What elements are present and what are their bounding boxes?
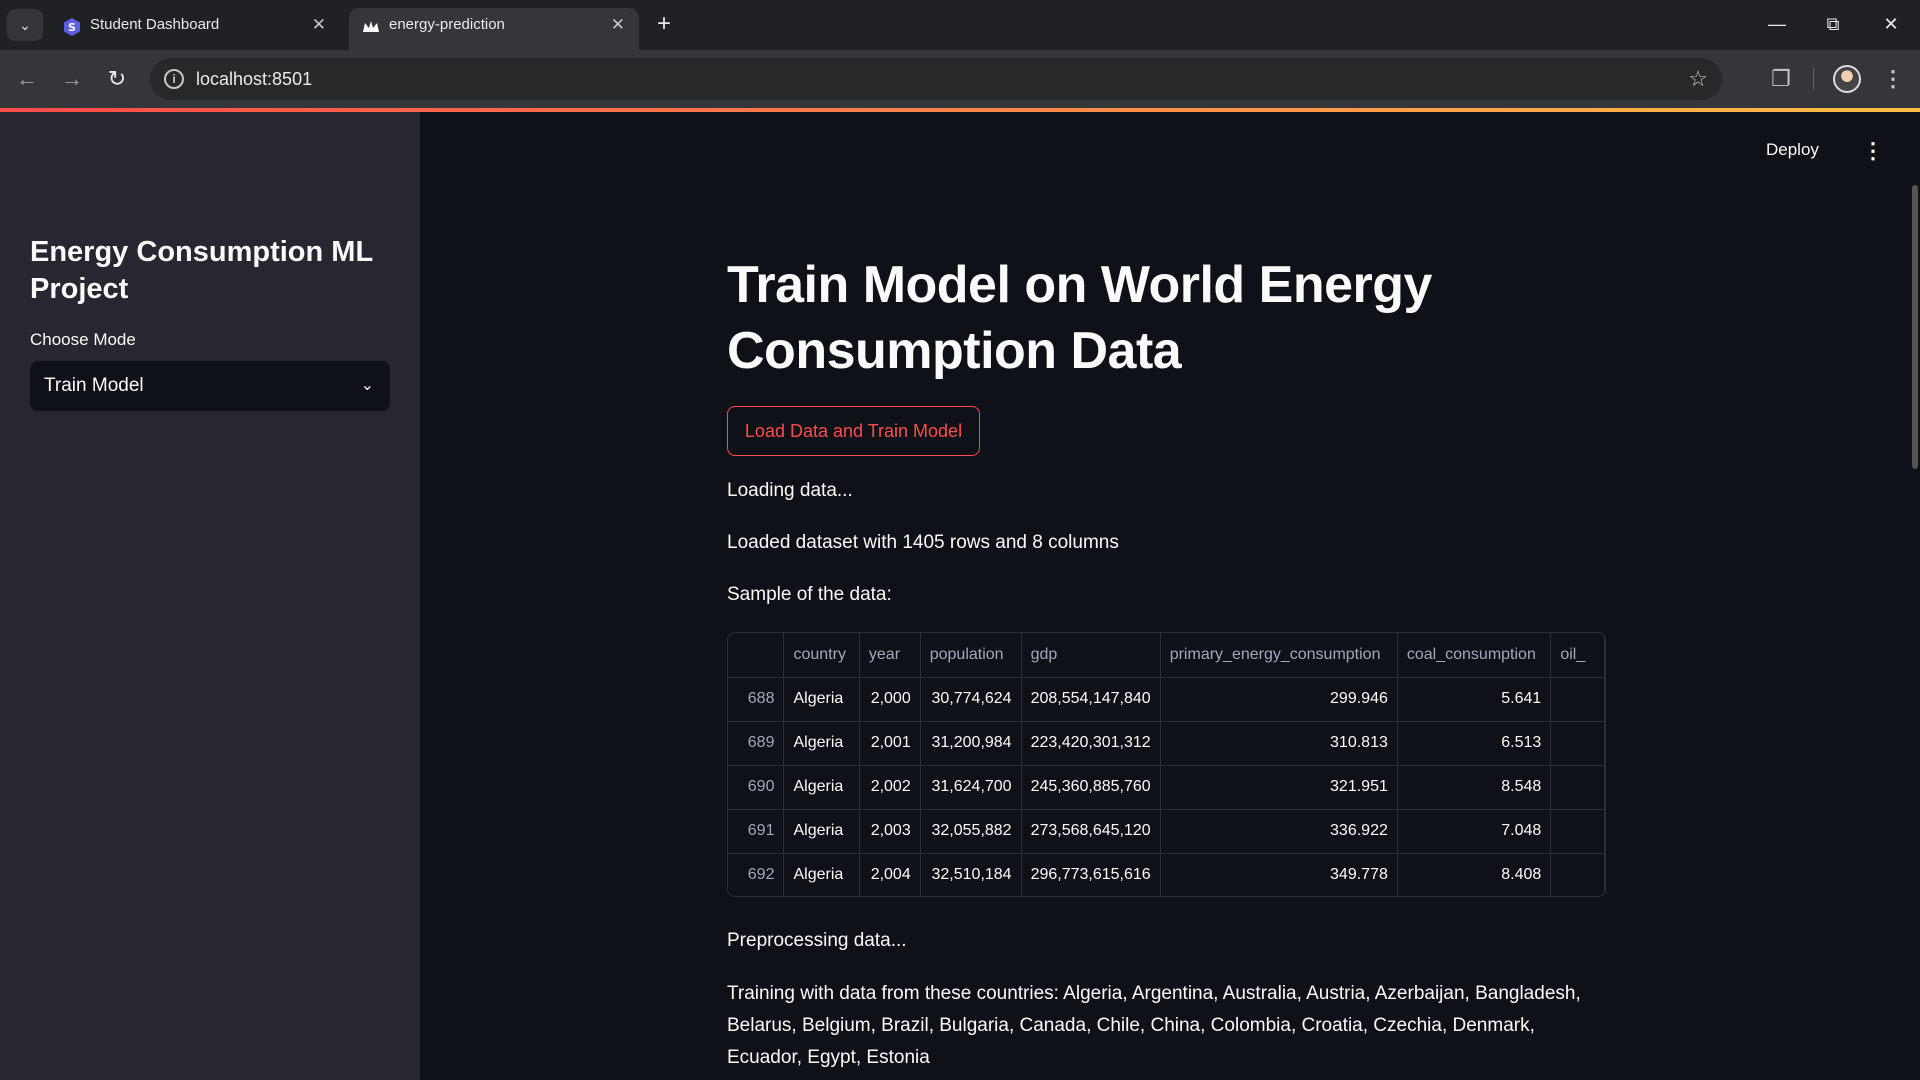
cell[interactable]: 31,624,700 [920,765,1022,810]
cell[interactable]: Algeria [783,809,860,854]
close-icon[interactable]: ✕ [312,8,326,42]
cell[interactable]: Algeria [783,765,860,810]
cell[interactable]: 2,002 [859,765,921,810]
cell[interactable] [1550,721,1605,766]
column-header[interactable]: coal_consumption [1397,633,1552,678]
cell[interactable]: 2,000 [859,677,921,722]
table-header-row: country year population gdp primary_ener… [728,633,1605,678]
page-title: Train Model on World Energy Consumption … [727,256,1432,380]
s-logo-icon: S [64,18,80,36]
sidebar-title: Energy Consumption ML Project [30,236,373,305]
cell[interactable]: 31,200,984 [920,721,1022,766]
cell[interactable]: 299.946 [1160,677,1398,722]
column-header[interactable]: country [783,633,860,678]
back-arrow-icon[interactable]: ← [10,62,44,96]
svg-text:S: S [68,21,76,34]
cell[interactable] [1550,809,1605,854]
restore-icon[interactable]: ⧉ [1808,8,1858,40]
browser-tab-bar: ⌄ S Student Dashboard ✕ energy-predictio… [0,0,1920,50]
main-menu-icon[interactable]: ⋮ [1862,138,1884,164]
cell[interactable] [1550,765,1605,810]
cell[interactable]: 8.548 [1397,765,1552,810]
cell[interactable]: 296,773,615,616 [1021,853,1161,896]
cell[interactable]: 8.408 [1397,853,1552,896]
window-close-icon[interactable]: ✕ [1866,8,1916,40]
row-index: 688 [728,677,785,722]
chevron-down-icon: ⌄ [360,377,374,394]
cell[interactable] [1550,853,1605,896]
cell[interactable]: Algeria [783,721,860,766]
cell[interactable]: 2,004 [859,853,921,896]
cell[interactable]: 349.778 [1160,853,1398,896]
column-header-index[interactable] [728,633,785,678]
cell[interactable]: 336.922 [1160,809,1398,854]
row-index: 691 [728,809,785,854]
cell[interactable]: 5.641 [1397,677,1552,722]
extensions-puzzle-icon[interactable]: ❐ [1764,62,1798,96]
cell[interactable]: 273,568,645,120 [1021,809,1161,854]
table-row: 691 Algeria 2,003 32,055,882 273,568,645… [728,809,1605,854]
cell[interactable]: 32,510,184 [920,853,1022,896]
tab-search-chevron-icon[interactable]: ⌄ [7,9,43,41]
url-text[interactable]: localhost:8501 [196,58,312,100]
table-row: 688 Algeria 2,000 30,774,624 208,554,147… [728,677,1605,722]
reload-icon[interactable]: ↻ [100,62,134,96]
load-data-train-button[interactable]: Load Data and Train Model [727,406,980,456]
cell[interactable]: 208,554,147,840 [1021,677,1161,722]
forward-arrow-icon[interactable]: → [55,62,89,96]
cell[interactable]: 223,420,301,312 [1021,721,1161,766]
cell[interactable]: 310.813 [1160,721,1398,766]
column-header[interactable]: gdp [1021,633,1161,678]
tab-energy-prediction[interactable]: energy-prediction ✕ [349,8,639,50]
cell[interactable]: 6.513 [1397,721,1552,766]
countries-list-text: Training with data from these countries:… [727,983,1581,1068]
table-row: 692 Algeria 2,004 32,510,184 296,773,615… [728,853,1605,896]
cell[interactable]: 7.048 [1397,809,1552,854]
browser-menu-icon[interactable]: ⋮ [1876,62,1910,96]
sidebar: Energy Consumption ML Project Choose Mod… [0,112,420,1080]
mode-select-label: Choose Mode [30,330,136,349]
mode-select-value: Train Model [44,375,144,396]
row-index: 692 [728,853,785,896]
new-tab-plus-icon[interactable]: + [650,10,678,40]
cell[interactable]: 245,360,885,760 [1021,765,1161,810]
column-header[interactable]: year [859,633,921,678]
close-icon[interactable]: ✕ [611,8,625,42]
site-info-icon[interactable]: i [164,69,184,89]
row-index: 689 [728,721,785,766]
column-header[interactable]: primary_energy_consumption [1160,633,1398,678]
tab-title: energy-prediction [389,16,505,33]
row-index: 690 [728,765,785,810]
toolbar-divider [1813,68,1814,90]
mode-select[interactable]: Train Model ⌄ [30,361,390,411]
tab-title: Student Dashboard [90,16,220,33]
column-header[interactable]: oil_ [1550,633,1605,678]
cell[interactable]: 30,774,624 [920,677,1022,722]
tab-student-dashboard[interactable]: S Student Dashboard ✕ [50,8,340,50]
preprocessing-status: Preprocessing data... [727,930,907,951]
cell[interactable]: 321.951 [1160,765,1398,810]
scrollbar[interactable] [1912,185,1918,469]
cell[interactable]: Algeria [783,853,860,896]
cell[interactable]: 2,001 [859,721,921,766]
cell[interactable]: 2,003 [859,809,921,854]
loading-status: Loading data... [727,480,853,501]
profile-avatar[interactable] [1833,65,1861,93]
minimize-icon[interactable]: — [1752,8,1802,40]
deploy-button[interactable]: Deploy [1766,140,1819,160]
data-table[interactable]: country year population gdp primary_ener… [727,632,1606,897]
address-bar[interactable]: i localhost:8501 ☆ [150,58,1722,100]
column-header[interactable]: population [920,633,1022,678]
table-row: 689 Algeria 2,001 31,200,984 223,420,301… [728,721,1605,766]
bookmark-star-icon[interactable]: ☆ [1688,58,1708,100]
table-row: 690 Algeria 2,002 31,624,700 245,360,885… [728,765,1605,810]
sample-label: Sample of the data: [727,584,892,605]
dataset-summary: Loaded dataset with 1405 rows and 8 colu… [727,532,1119,553]
cell[interactable]: Algeria [783,677,860,722]
cell[interactable] [1550,677,1605,722]
browser-toolbar: ← → ↻ i localhost:8501 ☆ ❐ ⋮ [0,50,1920,108]
streamlit-crown-icon [363,21,379,32]
cell[interactable]: 32,055,882 [920,809,1022,854]
